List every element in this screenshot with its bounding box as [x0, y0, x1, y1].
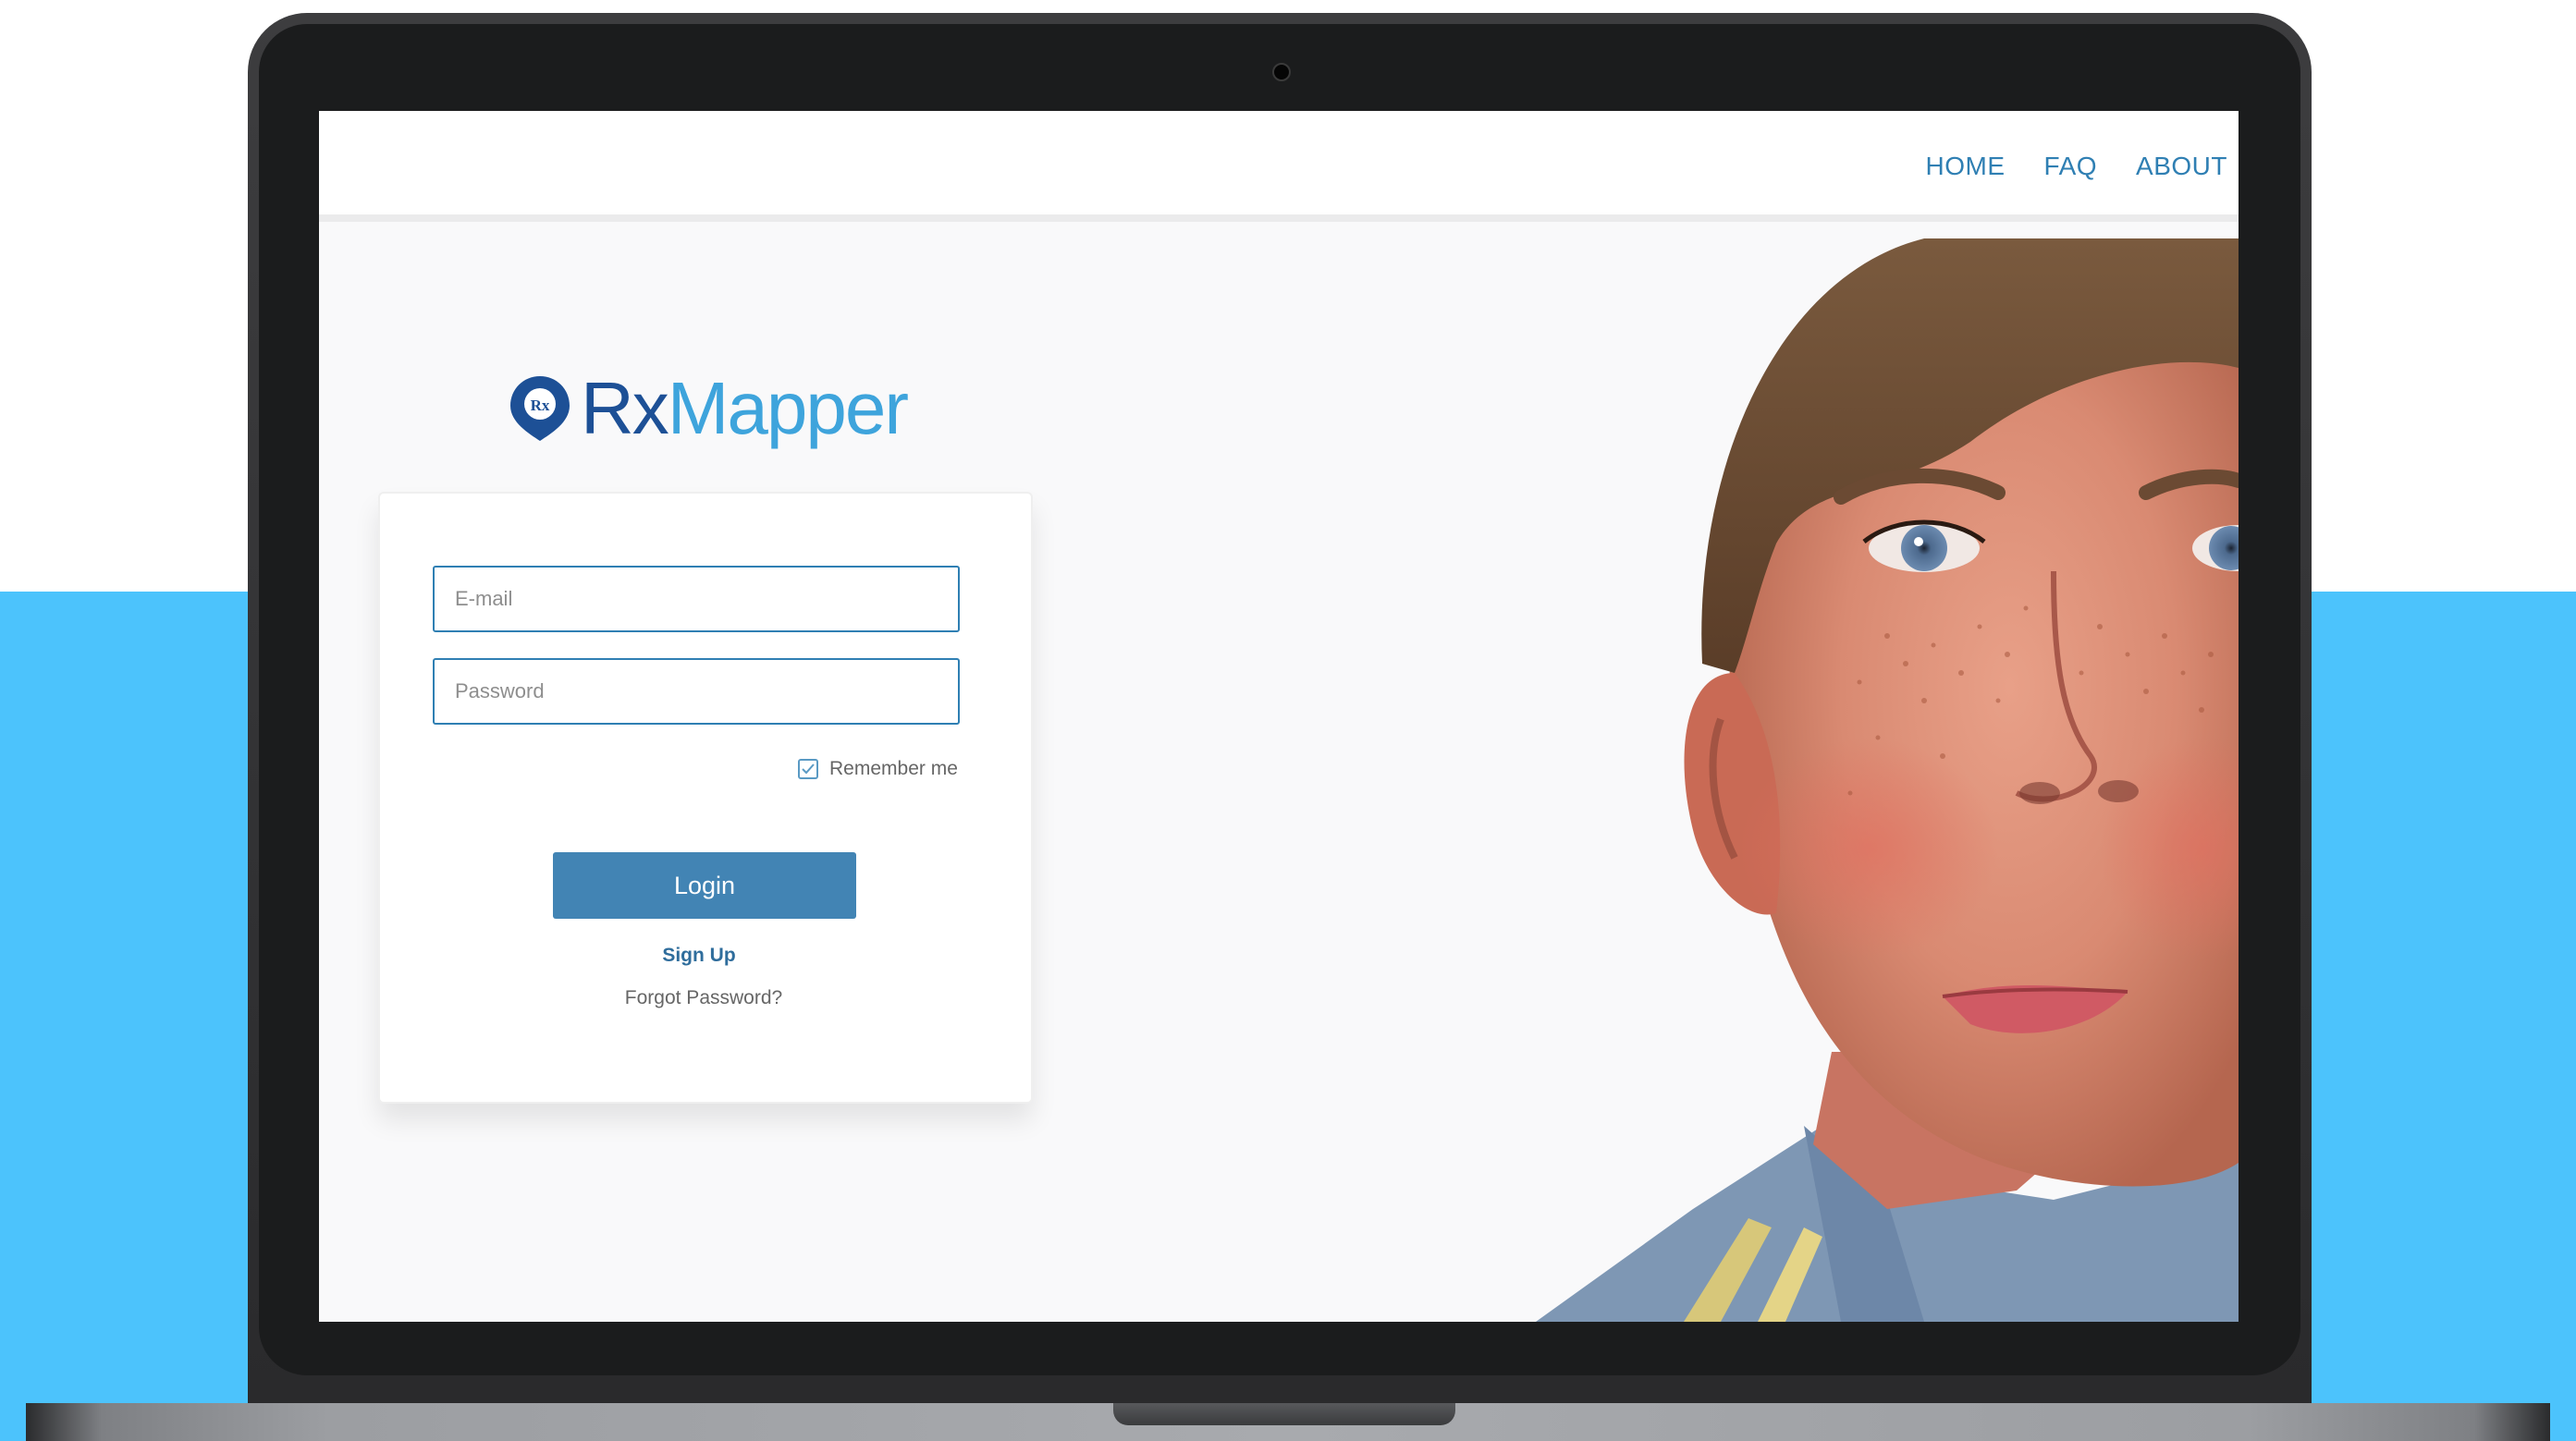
remember-me-checkbox[interactable] — [798, 759, 818, 779]
brand-name-rx: Rx — [581, 367, 669, 449]
hero-portrait-image — [1536, 238, 2239, 1322]
brand-name: RxMapper — [581, 372, 909, 446]
checkmark-icon — [802, 763, 815, 775]
camera-icon — [1272, 63, 1291, 81]
map-pin-rx-icon: Rx — [510, 376, 570, 441]
email-input[interactable] — [433, 566, 960, 632]
password-input[interactable] — [433, 658, 960, 725]
rxmapper-logo: Rx RxMapper — [509, 372, 909, 446]
laptop-screen: HOME FAQ ABOUT Rx RxMapper E-mail Rememb… — [319, 111, 2239, 1322]
brand-name-mapper: Mapper — [667, 367, 909, 449]
logo-icon-text: Rx — [531, 397, 550, 414]
remember-me-label: Remember me — [829, 758, 958, 779]
remember-me-control[interactable]: Remember me — [798, 758, 958, 780]
nav-links: HOME FAQ ABOUT — [1926, 152, 2227, 181]
sign-up-link[interactable]: Sign Up — [380, 945, 1018, 967]
laptop-base-notch — [1113, 1403, 1455, 1425]
nav-about[interactable]: ABOUT — [2136, 152, 2227, 181]
nav-faq[interactable]: FAQ — [2044, 152, 2098, 181]
login-button[interactable]: Login — [553, 852, 856, 919]
nav-home[interactable]: HOME — [1926, 152, 2006, 181]
forgot-password-link[interactable]: Forgot Password? — [380, 987, 1027, 1009]
top-navigation: HOME FAQ ABOUT — [319, 111, 2239, 222]
login-card: Remember me Login Sign Up Forgot Passwor… — [378, 492, 1033, 1104]
